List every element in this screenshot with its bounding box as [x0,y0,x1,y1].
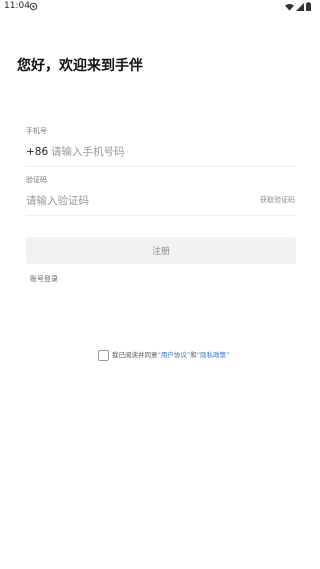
status-bar: 11:04 [0,0,320,14]
register-button[interactable]: 注册 [26,237,296,264]
phone-label: 手机号 [26,127,47,135]
signal-icon [296,2,304,11]
get-code-button[interactable]: 获取验证码 [260,196,295,205]
wifi-icon [285,3,294,11]
status-time: 11:04 [4,1,30,11]
verification-code-input[interactable] [26,194,226,208]
phone-divider [26,166,296,167]
account-login-link[interactable]: 账号登录 [30,275,58,284]
agreement-checkbox[interactable] [98,350,109,361]
welcome-title: 您好，欢迎来到手伴 [17,58,143,74]
code-divider [26,215,296,216]
user-agreement-link[interactable]: “用户协议” [158,351,191,359]
phone-input[interactable] [51,145,281,159]
status-icons [285,2,311,11]
privacy-policy-link[interactable]: “隐私政策” [197,351,230,359]
code-label: 验证码 [26,176,47,184]
country-code-selector[interactable]: +86 [26,145,48,159]
notification-icon [29,2,38,11]
agreement-text: 我已阅读并同意“用户协议”和“隐私政策” [112,351,230,360]
agreement-row: 我已阅读并同意“用户协议”和“隐私政策” [98,350,230,361]
battery-icon [306,2,311,11]
agreement-prefix: 我已阅读并同意 [112,351,158,359]
